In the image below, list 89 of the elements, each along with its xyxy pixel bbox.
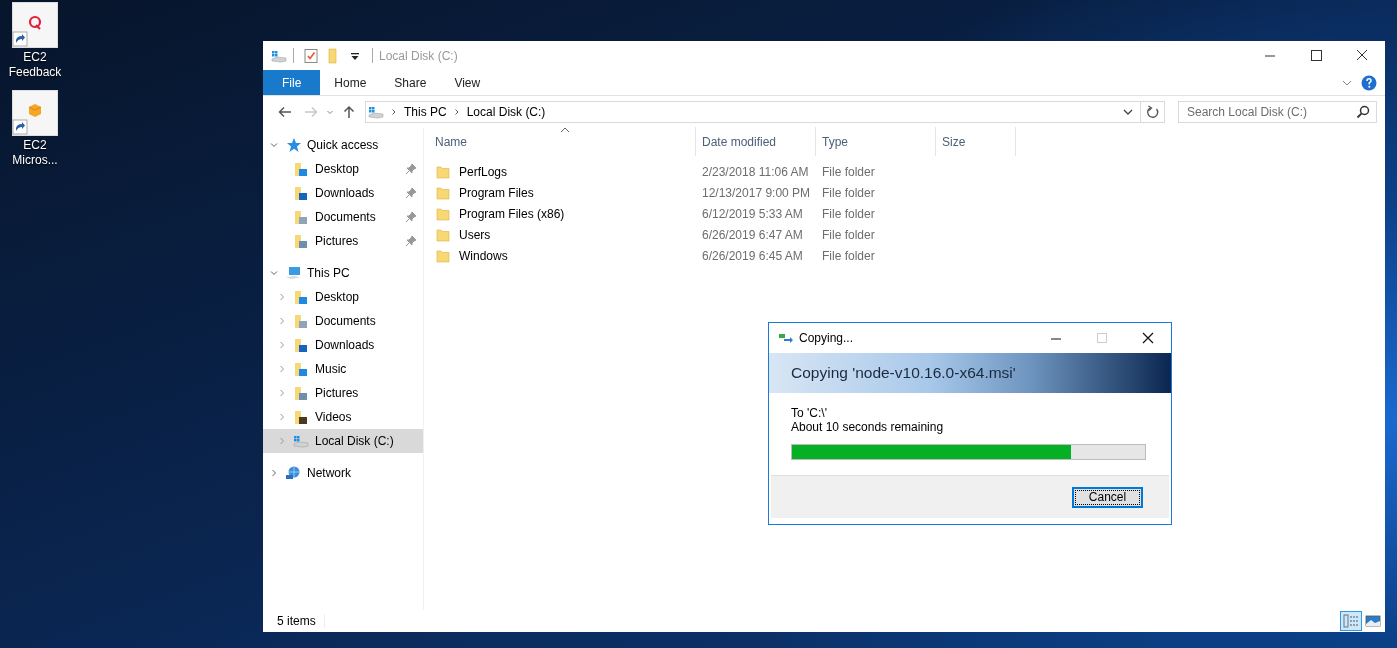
navigation-item[interactable]: This PC: [263, 261, 423, 285]
navigation-item[interactable]: Documents: [263, 309, 423, 333]
dialog-title: Copying...: [799, 331, 854, 345]
desktop-icon-label[interactable]: EC2 Micros...: [12, 138, 58, 168]
pin-icon[interactable]: [405, 163, 417, 175]
navigation-item[interactable]: Music: [263, 357, 423, 381]
pin-icon[interactable]: [405, 187, 417, 199]
search-field[interactable]: Search Local Disk (C:): [1178, 101, 1377, 123]
file-name[interactable]: Program Files (x86): [459, 206, 565, 221]
folder-icon: [435, 247, 451, 264]
file-name[interactable]: Program Files: [459, 185, 534, 200]
navigation-item[interactable]: Documents: [263, 205, 423, 229]
up-arrow-icon[interactable]: [341, 104, 357, 120]
copy-heading: Copying 'node-v10.16.0-x64.msi': [791, 364, 1016, 382]
date-modified-cell: 12/13/2017 9:00 PM: [702, 185, 811, 200]
network-icon: [285, 465, 301, 481]
type-cell: File folder: [822, 185, 875, 200]
navigation-item[interactable]: Videos: [263, 405, 423, 429]
ribbon-tab[interactable]: View: [440, 70, 495, 95]
ribbon-tab[interactable]: Home: [320, 70, 381, 95]
navigation-item[interactable]: Downloads: [263, 333, 423, 357]
feedback-shortcut-icon[interactable]: [12, 2, 58, 48]
navigation-item[interactable]: Network: [263, 461, 423, 485]
desktop-icon-label[interactable]: EC2 Feedback: [8, 50, 62, 80]
ribbon-tab[interactable]: File: [263, 70, 321, 95]
pin-icon[interactable]: [405, 211, 417, 223]
navigation-item[interactable]: Local Disk (C:): [263, 429, 423, 453]
pictures-folder-icon: [293, 233, 309, 249]
desktop-folder-icon: [293, 161, 309, 177]
date-modified-cell: 6/26/2019 6:45 AM: [702, 248, 803, 263]
window-title: Local Disk (C:): [379, 48, 458, 63]
chevron-right-icon[interactable]: [390, 107, 398, 117]
file-name[interactable]: Users: [459, 227, 491, 242]
ribbon-tab[interactable]: Share: [380, 70, 441, 95]
search-icon: [1355, 104, 1371, 120]
type-cell: File folder: [822, 206, 875, 221]
document-folder-icon: [293, 313, 309, 329]
type-cell: File folder: [822, 227, 875, 242]
chevron-right-icon[interactable]: [452, 107, 461, 117]
column-header[interactable]: Type: [816, 127, 936, 156]
column-header[interactable]: Date modified: [696, 127, 816, 156]
file-name[interactable]: Windows: [459, 248, 508, 263]
type-cell: File folder: [822, 164, 875, 179]
date-modified-cell: 6/26/2019 6:47 AM: [702, 227, 803, 242]
chevron-down-icon[interactable]: [269, 140, 279, 150]
music-folder-icon: [293, 361, 309, 377]
destination-text: To 'C:\': [791, 406, 828, 420]
chevron-down-icon[interactable]: [269, 268, 279, 278]
navigation-item[interactable]: Pictures: [263, 381, 423, 405]
pin-icon[interactable]: [405, 235, 417, 247]
forward-arrow-icon[interactable]: [303, 104, 319, 120]
folder-icon: [435, 184, 451, 201]
file-name[interactable]: PerfLogs: [459, 164, 508, 179]
star-icon: [285, 137, 301, 153]
address-bar[interactable]: This PC Local Disk (C:): [365, 101, 1165, 123]
date-modified-cell: 6/12/2019 5:33 AM: [702, 206, 803, 221]
folder-icon: [435, 205, 451, 222]
details-view-button[interactable]: [1340, 611, 1362, 631]
downloads-folder-icon: [293, 185, 309, 201]
navigation-item[interactable]: Pictures: [263, 229, 423, 253]
folder-icon: [435, 163, 451, 180]
navigation-item[interactable]: Downloads: [263, 181, 423, 205]
breadcrumb-item[interactable]: Local Disk (C:): [466, 105, 546, 119]
properties-icon[interactable]: [303, 47, 319, 64]
time-remaining-text: About 10 seconds remaining: [791, 420, 945, 434]
video-folder-icon: [293, 409, 309, 425]
cube-shortcut-icon[interactable]: [12, 90, 58, 136]
sort-caret-icon: [560, 127, 570, 133]
navigation-item[interactable]: Desktop: [263, 157, 423, 181]
cancel-button[interactable]: Cancel: [1072, 486, 1143, 508]
computer-icon: [285, 265, 301, 281]
back-arrow-icon[interactable]: [277, 104, 293, 120]
pictures-folder-icon: [293, 385, 309, 401]
refresh-icon[interactable]: [1145, 104, 1161, 120]
drive-icon: [368, 104, 384, 120]
column-header[interactable]: Name: [424, 127, 696, 156]
type-cell: File folder: [822, 248, 875, 263]
drive-icon: [293, 433, 309, 449]
desktop-folder-icon: [293, 289, 309, 305]
folder-icon: [435, 226, 451, 243]
date-modified-cell: 2/23/2018 11:06 AM: [702, 164, 809, 179]
downloads-folder-icon: [293, 337, 309, 353]
help-icon[interactable]: [1361, 74, 1377, 91]
document-folder-icon: [293, 209, 309, 225]
column-header[interactable]: Size: [936, 127, 1016, 156]
breadcrumb-item[interactable]: This PC: [404, 105, 447, 119]
item-count: 5 items: [277, 614, 325, 628]
navigation-item[interactable]: Desktop: [263, 285, 423, 309]
navigation-item[interactable]: Quick access: [263, 133, 423, 157]
